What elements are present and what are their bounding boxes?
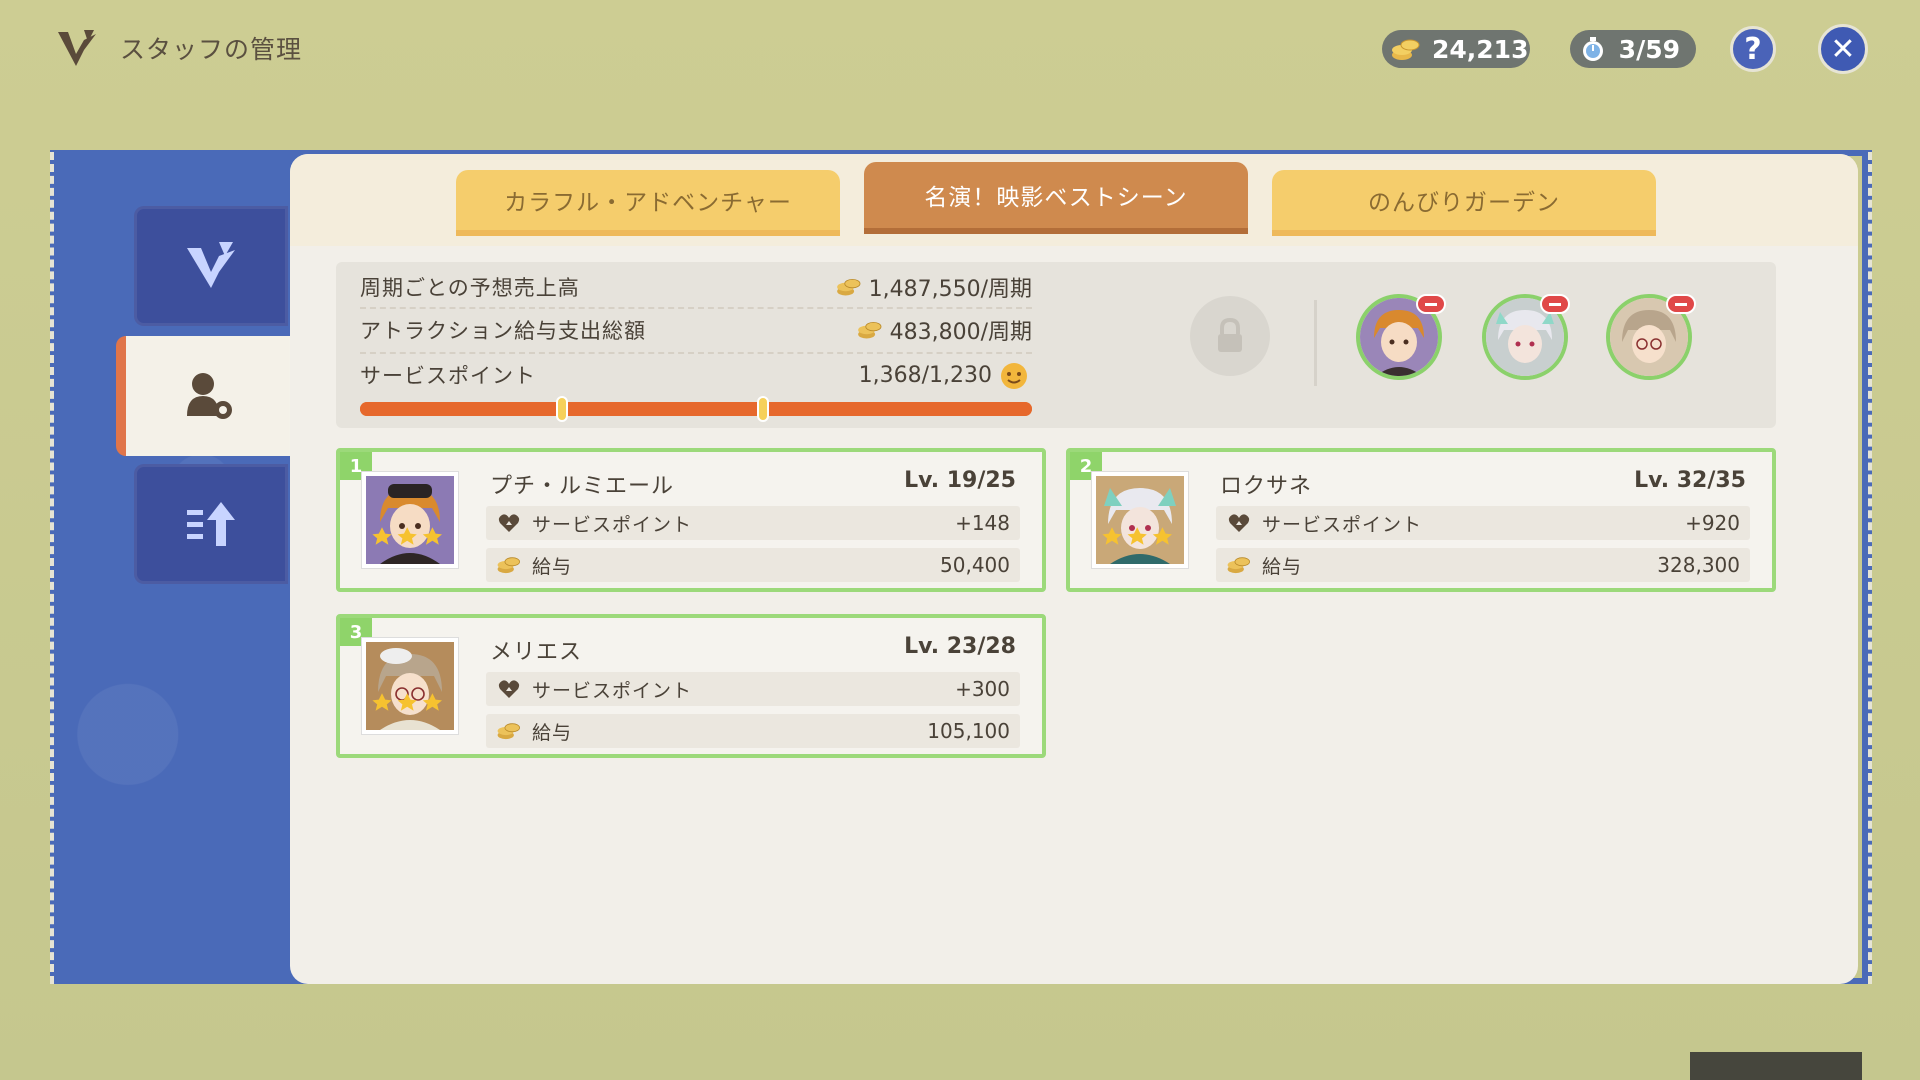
- cycle-timer: 3/59: [1570, 30, 1696, 68]
- page-title: スタッフの管理: [120, 35, 303, 64]
- service-point-stat: サービスポイント +920: [1216, 506, 1750, 540]
- revenue-label: 周期ごとの予想売上高: [360, 276, 580, 300]
- overlay-smudge: [1690, 1052, 1862, 1080]
- salary-stat: 給与 50,400: [486, 548, 1020, 582]
- salary-stat: 給与 105,100: [486, 714, 1020, 748]
- staff-management-logo-icon: [54, 26, 100, 70]
- staff-level: Lv. 32/35: [1634, 468, 1746, 493]
- stat-value: 50,400: [940, 553, 1010, 577]
- frame-right-border: [1862, 152, 1872, 984]
- upgrade-arrow-icon: [187, 502, 235, 546]
- close-button[interactable]: ✕: [1818, 24, 1868, 74]
- stat-value: +920: [1685, 511, 1740, 535]
- sidebar-item-upgrade[interactable]: [134, 464, 288, 584]
- coin-stack-icon: [496, 720, 522, 742]
- coin-balance: 24,213: [1382, 30, 1530, 68]
- staff-name: ロクサネ: [1220, 474, 1313, 499]
- locked-staff-slot[interactable]: [1190, 296, 1270, 376]
- heart-icon: [1226, 512, 1252, 534]
- staff-card[interactable]: 1 プチ・ルミエール Lv. 19/25 サービスポイント +148 給与 50…: [336, 448, 1046, 592]
- staff-name: プチ・ルミエール: [490, 474, 675, 499]
- service-point-row: サービスポイント 1,368/1,230: [360, 360, 1032, 390]
- threshold-marker: [757, 396, 770, 422]
- service-point-stat: サービスポイント +300: [486, 672, 1020, 706]
- stat-label: 給与: [532, 555, 573, 578]
- vertical-divider: [1314, 300, 1317, 386]
- sidebar-item-staff[interactable]: [116, 336, 292, 456]
- top-bar: スタッフの管理 24,213 3/59 ? ✕: [0, 0, 1920, 100]
- question-icon: ?: [1744, 31, 1762, 67]
- salary-total-row: アトラクション給与支出総額 483,800/周期: [360, 315, 1032, 345]
- divider: [360, 307, 1032, 309]
- service-point-label: サービスポイント: [360, 364, 536, 388]
- divider: [360, 352, 1032, 354]
- revenue-value: 1,487,550/周期: [868, 277, 1032, 302]
- feather-tag-icon: [187, 242, 235, 288]
- coin-stack-icon: [1226, 554, 1252, 576]
- stat-value: 105,100: [927, 719, 1010, 743]
- staff-gear-icon: [187, 373, 232, 419]
- remove-staff-button[interactable]: [1666, 294, 1696, 314]
- heart-icon: [496, 512, 522, 534]
- sidebar-item-attractions[interactable]: [134, 206, 288, 326]
- service-point-bar: [360, 402, 1032, 416]
- remove-staff-button[interactable]: [1416, 294, 1446, 314]
- threshold-marker: [555, 396, 568, 422]
- stat-value: 328,300: [1657, 553, 1740, 577]
- staff-name: メリエス: [490, 640, 583, 665]
- coin-stack-icon: [857, 321, 882, 339]
- remove-staff-button[interactable]: [1540, 294, 1570, 314]
- staff-portrait: [1092, 472, 1188, 568]
- staff-level: Lv. 23/28: [904, 634, 1016, 659]
- staff-portrait: [362, 638, 458, 734]
- stat-label: サービスポイント: [532, 513, 693, 536]
- help-button[interactable]: ?: [1730, 26, 1776, 72]
- stat-label: 給与: [532, 721, 573, 744]
- tab-colorful-adventure[interactable]: カラフル・アドベンチャー: [456, 170, 840, 236]
- stopwatch-icon: [1578, 33, 1609, 65]
- service-point-stat: サービスポイント +148: [486, 506, 1020, 540]
- stat-label: サービスポイント: [532, 679, 693, 702]
- tab-best-scene[interactable]: 名演！映影ベストシーン: [864, 162, 1248, 234]
- revenue-row: 周期ごとの予想売上高 1,487,550/周期: [360, 272, 1032, 302]
- coin-stack-icon: [1390, 33, 1422, 65]
- timer-count: 3/59: [1618, 34, 1680, 64]
- service-point-value: 1,368/1,230: [858, 362, 992, 388]
- salary-total-value: 483,800/周期: [889, 320, 1032, 345]
- stat-value: +148: [955, 511, 1010, 535]
- tab-leisure-garden[interactable]: のんびりガーデン: [1272, 170, 1656, 236]
- staff-card[interactable]: 3 メリエス Lv. 23/28 サービスポイント +300 給与 105,10…: [336, 614, 1046, 758]
- staff-level: Lv. 19/25: [904, 468, 1016, 493]
- coin-count: 24,213: [1432, 34, 1529, 64]
- salary-stat: 給与 328,300: [1216, 548, 1750, 582]
- service-point-bar-fill: [360, 402, 1032, 416]
- coin-stack-icon: [836, 278, 861, 296]
- stat-label: サービスポイント: [1262, 513, 1423, 536]
- salary-total-label: アトラクション給与支出総額: [360, 319, 646, 343]
- lock-icon: [1218, 317, 1242, 352]
- smiley-face-icon: [1001, 363, 1027, 389]
- stat-value: +300: [955, 677, 1010, 701]
- stat-label: 給与: [1262, 555, 1303, 578]
- heart-icon: [496, 678, 522, 700]
- staff-card[interactable]: 2 ロクサネ Lv. 32/35 サービスポイント +920 給与 328,30…: [1066, 448, 1776, 592]
- coin-stack-icon: [496, 554, 522, 576]
- close-icon: ✕: [1830, 31, 1856, 67]
- staff-portrait: [362, 472, 458, 568]
